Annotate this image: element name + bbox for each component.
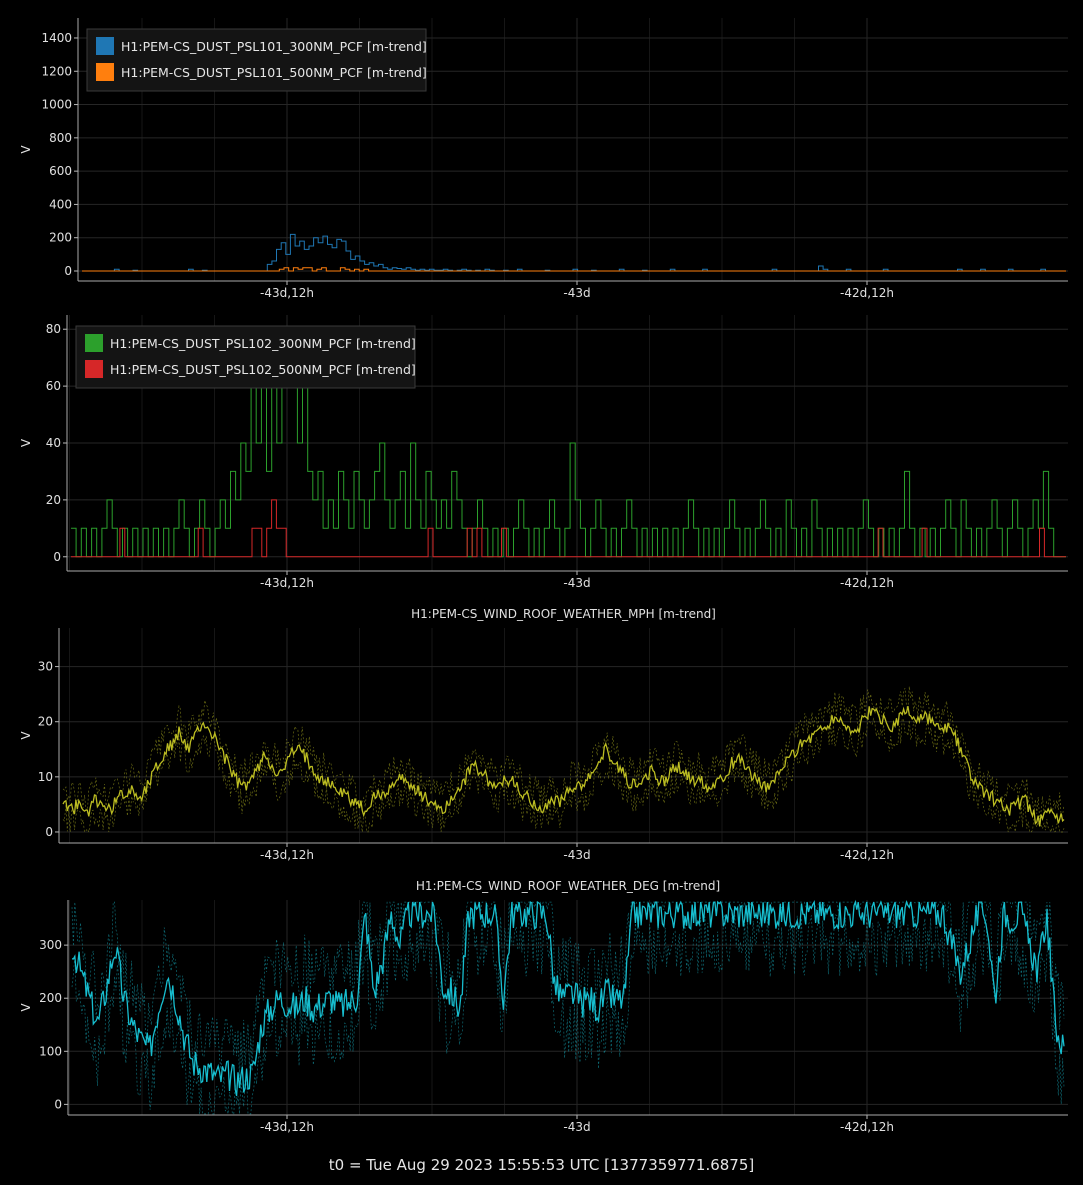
series-min-band: [71, 913, 1065, 1115]
x-tick-label: -42d,12h: [840, 848, 894, 862]
panel-3: -43d,12h -43d -42d,12h 0 10 20 30 V H1:PEM-CS_WI…: [19, 607, 1068, 862]
legend-label: H1:PEM-CS_DUST_PSL101_500NM_PCF [m-trend…: [121, 65, 427, 80]
y-tick-label: 1400: [41, 31, 72, 45]
panel-title: H1:PEM-CS_WIND_ROOF_WEATHER_MPH [m-trend…: [411, 607, 716, 621]
y-axis-label: V: [19, 1003, 33, 1012]
x-tick-label: -43d,12h: [260, 286, 314, 300]
y-tick-label: 100: [39, 1044, 62, 1058]
y-tick-label: 20: [38, 715, 53, 729]
y-tick-label: 20: [46, 493, 61, 507]
legend-swatch: [85, 360, 103, 378]
y-tick-label: 1000: [41, 98, 72, 112]
y-tick-label: 0: [54, 1097, 62, 1111]
legend-label: H1:PEM-CS_DUST_PSL101_300NM_PCF [m-trend…: [121, 39, 427, 54]
footer-timestamp: t0 = Tue Aug 29 2023 15:55:53 UTC [13773…: [328, 1156, 755, 1174]
x-tick-label: -43d,12h: [260, 1120, 314, 1134]
legend-swatch: [96, 37, 114, 55]
x-tick-label: -42d,12h: [840, 286, 894, 300]
y-tick-label: 0: [64, 264, 72, 278]
y-axis-label: V: [19, 731, 33, 740]
panel-4: -43d,12h -43d -42d,12h 0 100 200 300 V H1:PEM-CS…: [19, 879, 1068, 1134]
series-line: [62, 705, 1065, 827]
y-tick-label: 800: [49, 131, 72, 145]
y-tick-label: 40: [46, 436, 61, 450]
y-tick-label: 200: [39, 991, 62, 1005]
y-tick-label: 0: [53, 550, 61, 564]
chart-figure: -43d,12h -43d -42d,12h02004006008001000120…: [19, 18, 1068, 1134]
series-line: [82, 233, 1066, 272]
panel-2: -43d,12h -43d -42d,12h 0 20 40 60 80 V H1:PEM-CS_…: [19, 315, 1068, 590]
y-tick-label: 200: [49, 231, 72, 245]
x-tick-label: -43d: [563, 1120, 590, 1134]
x-tick-label: -43d: [563, 286, 590, 300]
series-min-band: [62, 716, 1065, 834]
legend-label: H1:PEM-CS_DUST_PSL102_500NM_PCF [m-trend…: [110, 362, 416, 377]
y-tick-label: 0: [45, 825, 53, 839]
y-axis-label: V: [19, 145, 33, 154]
y-tick-label: 1200: [41, 64, 72, 78]
y-tick-label: 10: [38, 770, 53, 784]
y-tick-label: 30: [38, 660, 53, 674]
x-tick-label: -43d,12h: [260, 848, 314, 862]
x-tick-label: -43d: [563, 848, 590, 862]
y-tick-label: 60: [46, 379, 61, 393]
y-tick-label: 80: [46, 322, 61, 336]
legend-swatch: [96, 63, 114, 81]
panel-1: -43d,12h -43d -42d,12h 0 200 400 600 800 1000 120…: [19, 18, 1068, 300]
x-tick-label: -42d,12h: [840, 576, 894, 590]
y-axis-label: V: [19, 438, 33, 447]
y-tick-label: 400: [49, 197, 72, 211]
legend-swatch: [85, 334, 103, 352]
legend-label: H1:PEM-CS_DUST_PSL102_300NM_PCF [m-trend…: [110, 336, 416, 351]
y-tick-label: 300: [39, 938, 62, 952]
x-tick-label: -43d,12h: [260, 576, 314, 590]
x-tick-label: -43d: [563, 576, 590, 590]
panel-title: H1:PEM-CS_WIND_ROOF_WEATHER_DEG [m-trend…: [416, 879, 720, 893]
y-tick-label: 600: [49, 164, 72, 178]
x-tick-label: -42d,12h: [840, 1120, 894, 1134]
